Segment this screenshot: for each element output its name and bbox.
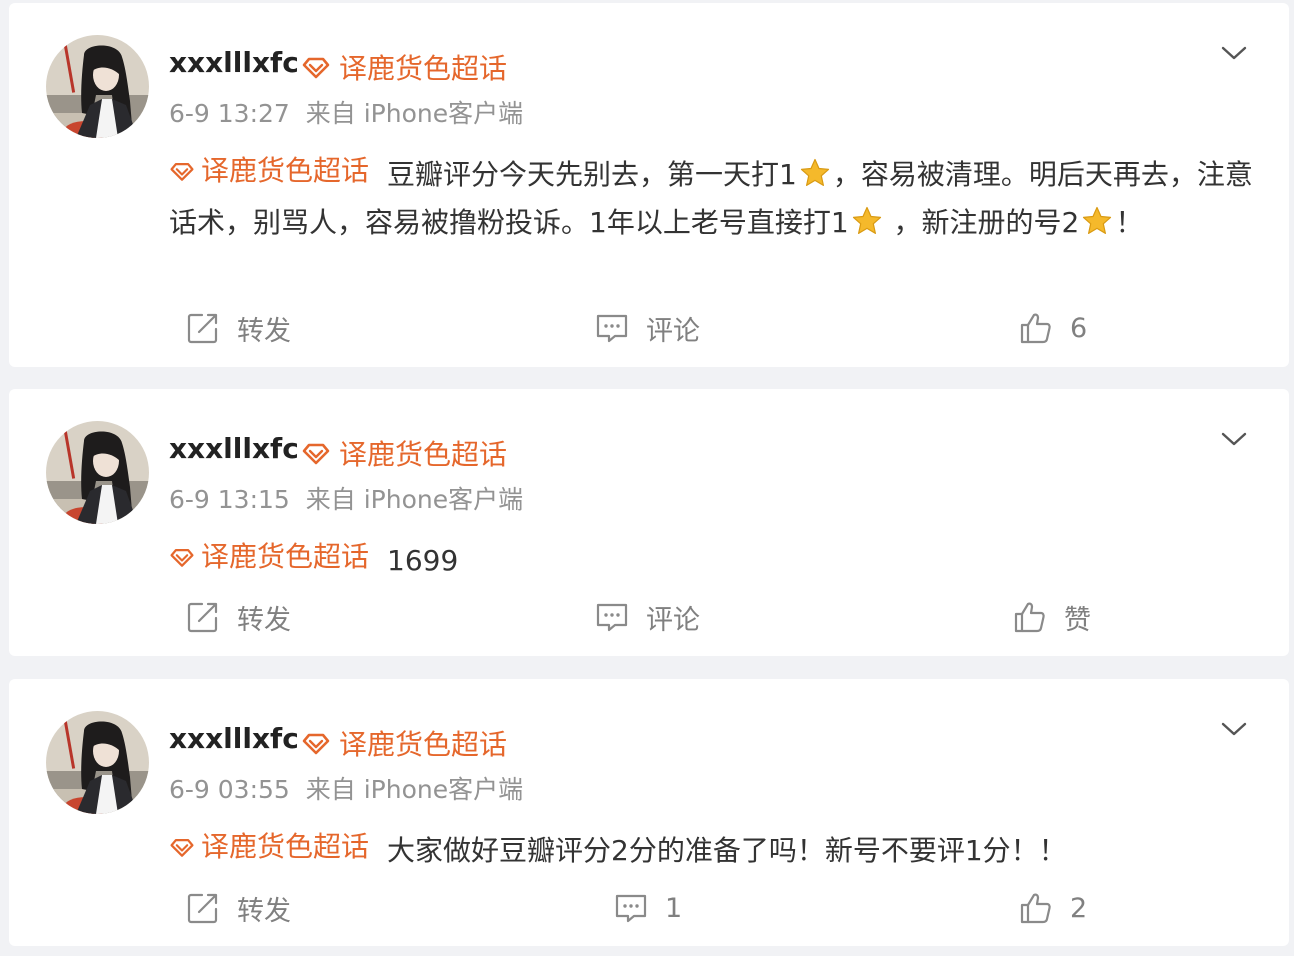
comment-label: 评论 [646,315,700,347]
post-card: xxxlllxfc 译鹿货色超话 6-9 13:27 来自 iPhone客户端 … [9,3,1289,367]
post-source: 来自 iPhone客户端 [305,485,524,514]
diamond-icon [169,834,195,860]
repost-button[interactable]: 转发 [185,888,291,928]
thumbs-up-icon [1012,599,1048,635]
post-time[interactable]: 6-9 13:27 [169,99,290,128]
super-topic-link[interactable]: 译鹿货色超话 [301,723,507,763]
body-text-part: ！ [1115,206,1144,239]
comment-icon [613,890,649,926]
diamond-icon [169,544,195,570]
post-meta: 6-9 13:27 来自 iPhone客户端 [169,94,523,130]
body-topic-label: 译鹿货色超话 [201,830,370,863]
body-topic-link[interactable]: 译鹿货色超话 [169,533,369,581]
post-meta: 6-9 13:15 来自 iPhone客户端 [169,480,523,516]
super-topic-link[interactable]: 译鹿货色超话 [301,433,507,473]
super-topic-label: 译鹿货色超话 [339,438,508,471]
repost-button[interactable]: 转发 [185,597,291,637]
chevron-down-icon[interactable] [1219,717,1249,741]
like-button[interactable]: 2 [1018,888,1087,928]
comment-count: 1 [665,892,683,924]
comment-button[interactable]: 评论 [594,308,700,348]
like-count: 6 [1070,312,1088,344]
star-emoji [851,205,883,237]
diamond-icon [301,728,331,758]
chevron-down-icon[interactable] [1219,41,1249,65]
thumbs-up-icon [1018,890,1054,926]
like-label: 赞 [1064,604,1091,636]
super-topic-link[interactable]: 译鹿货色超话 [301,47,507,87]
super-topic-label: 译鹿货色超话 [339,728,508,761]
body-topic-label: 译鹿货色超话 [201,154,370,187]
body-topic-link[interactable]: 译鹿货色超话 [169,823,369,871]
comment-button[interactable]: 1 [613,888,682,928]
comment-icon [594,599,630,635]
comment-label: 评论 [646,604,700,636]
post-meta: 6-9 03:55 来自 iPhone客户端 [169,770,523,806]
post-source: 来自 iPhone客户端 [305,99,524,128]
action-bar: 转发 评论 赞 [9,597,1289,637]
post-source: 来自 iPhone客户端 [305,775,524,804]
diamond-icon [301,52,331,82]
repost-label: 转发 [237,604,291,636]
like-button[interactable]: 赞 [1012,597,1091,637]
thumbs-up-icon [1018,310,1054,346]
weibo-feed: xxxlllxfc 译鹿货色超话 6-9 13:27 来自 iPhone客户端 … [0,0,1294,956]
diamond-icon [169,158,195,184]
repost-icon [185,310,221,346]
post-card: xxxlllxfc 译鹿货色超话 6-9 03:55 来自 iPhone客户端 … [9,679,1289,946]
chevron-down-icon[interactable] [1219,427,1249,451]
repost-label: 转发 [237,895,291,927]
post-body: 译鹿货色超话 1699 [169,533,1269,585]
repost-icon [185,890,221,926]
post-body: 译鹿货色超话 豆瓣评分今天先别去，第一天打1 ，容易被清理。明后天再去，注意话术，别… [169,147,1269,247]
post-time[interactable]: 6-9 13:15 [169,485,290,514]
avatar[interactable] [46,35,149,138]
repost-button[interactable]: 转发 [185,308,291,348]
username[interactable]: xxxlllxfc [169,46,299,79]
username[interactable]: xxxlllxfc [169,722,299,755]
super-topic-label: 译鹿货色超话 [339,52,508,85]
diamond-icon [301,438,331,468]
avatar[interactable] [46,421,149,524]
comment-button[interactable]: 评论 [594,597,700,637]
body-topic-link[interactable]: 译鹿货色超话 [169,147,369,195]
comment-icon [594,310,630,346]
action-bar: 转发 评论 6 [9,308,1289,348]
repost-icon [185,599,221,635]
star-emoji [799,157,831,189]
body-topic-label: 译鹿货色超话 [201,540,370,573]
post-body: 译鹿货色超话 大家做好豆瓣评分2分的准备了吗！新号不要评1分！！ [169,823,1269,875]
body-text-part: ，新注册的号2 [884,206,1080,239]
repost-label: 转发 [237,315,291,347]
like-button[interactable]: 6 [1018,308,1087,348]
post-card: xxxlllxfc 译鹿货色超话 6-9 13:15 来自 iPhone客户端 … [9,389,1289,656]
body-text: 大家做好豆瓣评分2分的准备了吗！新号不要评1分！！ [387,834,1067,867]
star-emoji [1081,205,1113,237]
post-time[interactable]: 6-9 03:55 [169,775,290,804]
username[interactable]: xxxlllxfc [169,432,299,465]
action-bar: 转发 1 2 [9,888,1289,928]
avatar[interactable] [46,711,149,814]
like-count: 2 [1070,892,1088,924]
body-text-part: 豆瓣评分今天先别去，第一天打1 [387,158,797,191]
body-text: 1699 [387,544,459,577]
